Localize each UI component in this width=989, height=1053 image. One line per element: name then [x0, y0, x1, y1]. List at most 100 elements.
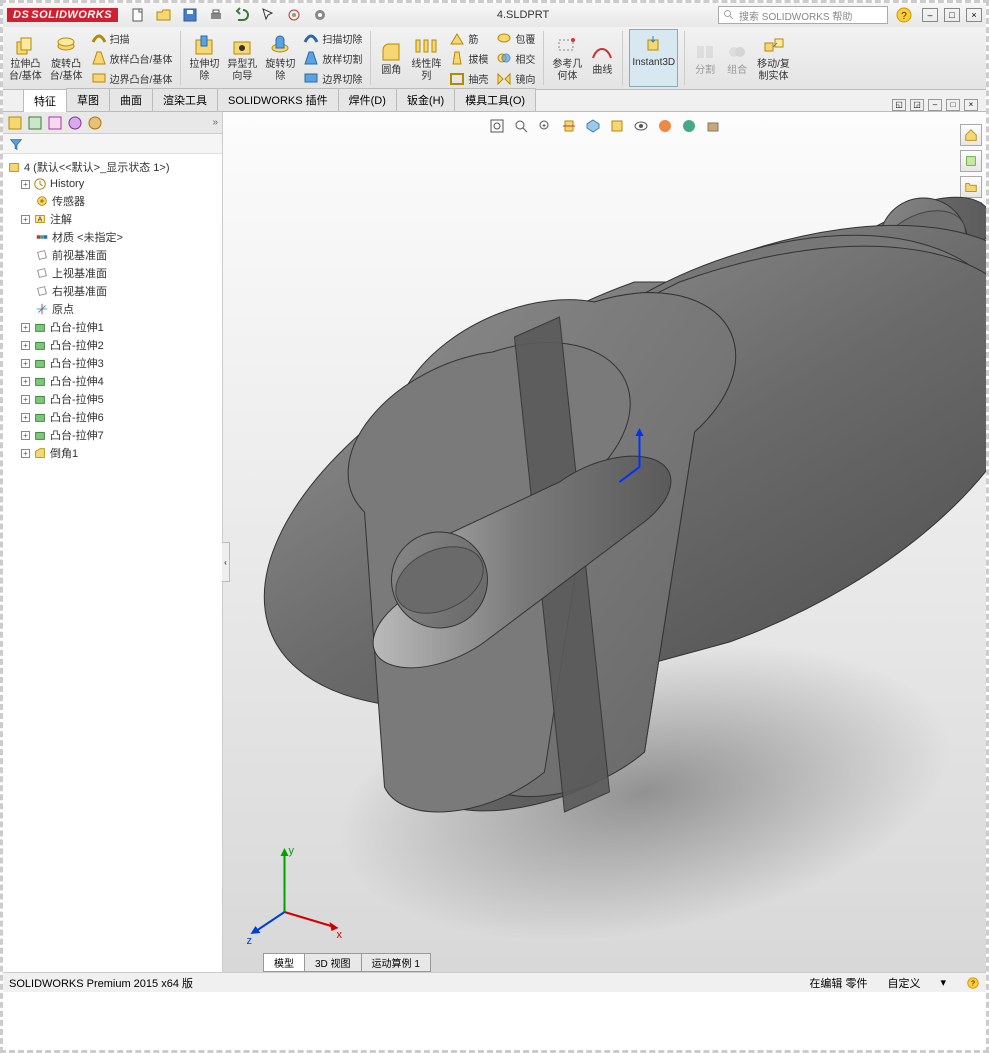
draft-button[interactable]: 拔模	[447, 49, 490, 67]
intersect-button[interactable]: 相交	[494, 49, 537, 67]
custom-label[interactable]: 自定义	[887, 975, 920, 991]
doc-maximize-button[interactable]: □	[946, 99, 960, 111]
cut-extrude-button[interactable]: 拉伸切 除	[187, 32, 221, 85]
tab-mold[interactable]: 模具工具(O)	[454, 88, 536, 111]
graphics-viewport[interactable]: ‹ +	[223, 112, 986, 972]
expand-icon[interactable]: +	[21, 180, 30, 189]
hole-wizard-button[interactable]: 异型孔 向导	[225, 32, 259, 85]
fillet-button[interactable]: 圆角	[377, 38, 405, 79]
expand-icon[interactable]: +	[21, 377, 30, 386]
expand-icon[interactable]: +	[21, 413, 30, 422]
tree-item[interactable]: + 凸台-拉伸4	[5, 372, 220, 390]
minimize-button[interactable]: –	[922, 8, 938, 22]
tree-item[interactable]: +A注解	[5, 210, 220, 228]
tree-item[interactable]: + History	[5, 176, 220, 192]
curves-button[interactable]: 曲线	[588, 38, 616, 79]
expand-icon[interactable]: +	[21, 215, 30, 224]
expand-tabs-icon[interactable]: »	[212, 117, 218, 128]
doc-prev-button[interactable]: ◱	[892, 99, 906, 111]
tree-item[interactable]: +凸台-拉伸6	[5, 408, 220, 426]
3d-views-tab[interactable]: 3D 视图	[304, 953, 362, 972]
doc-close-button[interactable]: ×	[964, 99, 978, 111]
motion-study-tab[interactable]: 运动算例 1	[361, 953, 431, 972]
editing-status: 在编辑 零件	[809, 975, 867, 991]
open-file-icon[interactable]	[156, 7, 172, 23]
search-icon	[723, 9, 735, 21]
save-icon[interactable]	[182, 7, 198, 23]
revolve-boss-button[interactable]: 旋转凸 台/基体	[48, 32, 85, 85]
tab-sketch[interactable]: 草图	[66, 88, 110, 111]
tree-item[interactable]: +凸台-拉伸3	[5, 354, 220, 372]
display-manager-tab-icon[interactable]	[87, 115, 103, 131]
loft-button[interactable]: 放样凸台/基体	[89, 49, 175, 67]
expand-icon[interactable]: +	[21, 341, 30, 350]
tree-item[interactable]: 材质 <未指定>	[5, 228, 220, 246]
filter-icon[interactable]	[9, 137, 23, 151]
rib-button[interactable]: 筋	[447, 29, 490, 47]
extrude-boss-button[interactable]: 拉伸凸 台/基体	[7, 32, 44, 85]
doc-next-button[interactable]: ◲	[910, 99, 924, 111]
tree-item[interactable]: 前视基准面	[5, 246, 220, 264]
pattern-button[interactable]: 线性阵 列	[409, 32, 443, 85]
split-button[interactable]: 分割	[691, 38, 719, 79]
help-icon[interactable]: ?	[896, 7, 912, 23]
cut-revolve-button[interactable]: 旋转切 除	[263, 32, 297, 85]
doc-minimize-button[interactable]: –	[928, 99, 942, 111]
cut-loft-button[interactable]: 放样切割	[301, 49, 364, 67]
tree-item[interactable]: 上视基准面	[5, 264, 220, 282]
tree-item[interactable]: +凸台-拉伸1	[5, 318, 220, 336]
sweep-button[interactable]: 扫描	[89, 29, 175, 47]
close-button[interactable]: ×	[966, 8, 982, 22]
tree-item[interactable]: +凸台-拉伸2	[5, 336, 220, 354]
tab-features[interactable]: 特征	[23, 89, 67, 112]
maximize-button[interactable]: □	[944, 8, 960, 22]
cut-sweep-button[interactable]: 扫描切除	[301, 29, 364, 47]
dimxpert-tab-icon[interactable]	[67, 115, 83, 131]
tree-filter-row	[3, 134, 222, 154]
property-manager-tab-icon[interactable]	[27, 115, 43, 131]
feature-tree-tab-icon[interactable]	[7, 115, 23, 131]
options-icon[interactable]	[312, 7, 328, 23]
status-dropdown-icon[interactable]: ▾	[940, 976, 946, 989]
mirror-button[interactable]: 镜向	[494, 69, 537, 87]
tree-item[interactable]: 传感器	[5, 192, 220, 210]
tree-item-label: 凸台-拉伸4	[50, 373, 104, 389]
combine-button[interactable]: 组合	[723, 38, 751, 79]
expand-icon[interactable]: +	[21, 431, 30, 440]
tab-addins[interactable]: SOLIDWORKS 插件	[217, 88, 339, 111]
undo-icon[interactable]	[234, 7, 250, 23]
shell-button[interactable]: 抽壳	[447, 69, 490, 87]
model-tab[interactable]: 模型	[263, 953, 305, 972]
move-copy-button[interactable]: 移动/复 制实体	[755, 32, 792, 85]
boundary-button[interactable]: 边界凸台/基体	[89, 69, 175, 87]
tree-item[interactable]: +凸台-拉伸7	[5, 426, 220, 444]
rebuild-icon[interactable]	[286, 7, 302, 23]
svg-text:?: ?	[901, 11, 907, 22]
config-manager-tab-icon[interactable]	[47, 115, 63, 131]
tree-item[interactable]: +凸台-拉伸5	[5, 390, 220, 408]
tab-weldments[interactable]: 焊件(D)	[338, 88, 397, 111]
status-help-icon[interactable]: ?	[966, 976, 980, 990]
tree-item-label: History	[50, 178, 84, 190]
select-icon[interactable]	[260, 7, 276, 23]
print-icon[interactable]	[208, 7, 224, 23]
tree-item[interactable]: 原点	[5, 300, 220, 318]
wrap-button[interactable]: 包覆	[494, 29, 537, 47]
tab-surfaces[interactable]: 曲面	[109, 88, 153, 111]
help-search-input[interactable]: 搜索 SOLIDWORKS 帮助	[718, 6, 888, 24]
expand-icon[interactable]: +	[21, 359, 30, 368]
tab-sheetmetal[interactable]: 钣金(H)	[396, 88, 455, 111]
new-file-icon[interactable]	[130, 7, 146, 23]
expand-icon[interactable]: +	[21, 323, 30, 332]
tree-item[interactable]: +倒角1	[5, 444, 220, 462]
expand-icon[interactable]: +	[21, 449, 30, 458]
sensor-icon	[35, 194, 49, 208]
expand-icon[interactable]: +	[21, 395, 30, 404]
cut-boundary-button[interactable]: 边界切除	[301, 69, 364, 87]
tab-render[interactable]: 渲染工具	[152, 88, 218, 111]
rib-icon	[449, 30, 465, 46]
tree-item[interactable]: 右视基准面	[5, 282, 220, 300]
tree-root[interactable]: 4 (默认<<默认>_显示状态 1>)	[5, 158, 220, 176]
instant3d-button[interactable]: Instant3D	[629, 29, 678, 87]
ref-geometry-button[interactable]: 参考几 何体	[550, 32, 584, 85]
